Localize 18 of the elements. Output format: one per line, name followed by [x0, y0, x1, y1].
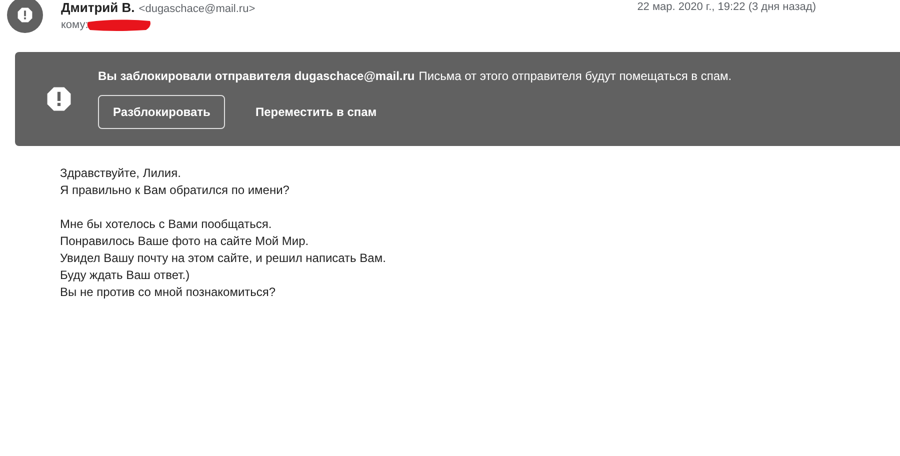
message-line: Здравствуйте, Лилия.: [60, 165, 182, 182]
exclamation-icon: [17, 7, 33, 23]
redaction-mark: [86, 18, 152, 32]
message-line: Вы не против со мной познакомиться?: [60, 284, 277, 301]
message-line: Увидел Вашу почту на этом сайте, и решил написать Вам.: [60, 250, 387, 267]
banner-title: Вы заблокировали отправителя dugaschace@mail.ru: [98, 69, 415, 83]
recipient-label: кому:: [61, 19, 88, 31]
move-to-spam-button[interactable]: Переместить в спам: [239, 96, 393, 128]
message-line: Буду ждать Ваш ответ.): [60, 267, 191, 284]
banner-message: Письма от этого отправителя будут помещаться в спам.: [418, 69, 732, 83]
message-line: Я правильно к Вам обратился по имени?: [60, 182, 290, 199]
sender-name: Дмитрий В.: [61, 0, 135, 15]
sender-email: <dugaschace@mail.ru>: [138, 3, 256, 15]
message-line: Понравилось Ваше фото на сайте Мой Мир.: [60, 233, 310, 250]
message-date: 22 мар. 2020 г., 19:22 (3 дня назад): [637, 0, 816, 13]
message-line: Мне бы хотелось с Вами пообщаться.: [60, 216, 273, 233]
warning-icon: [46, 86, 72, 112]
unblock-button[interactable]: Разблокировать: [98, 95, 226, 129]
